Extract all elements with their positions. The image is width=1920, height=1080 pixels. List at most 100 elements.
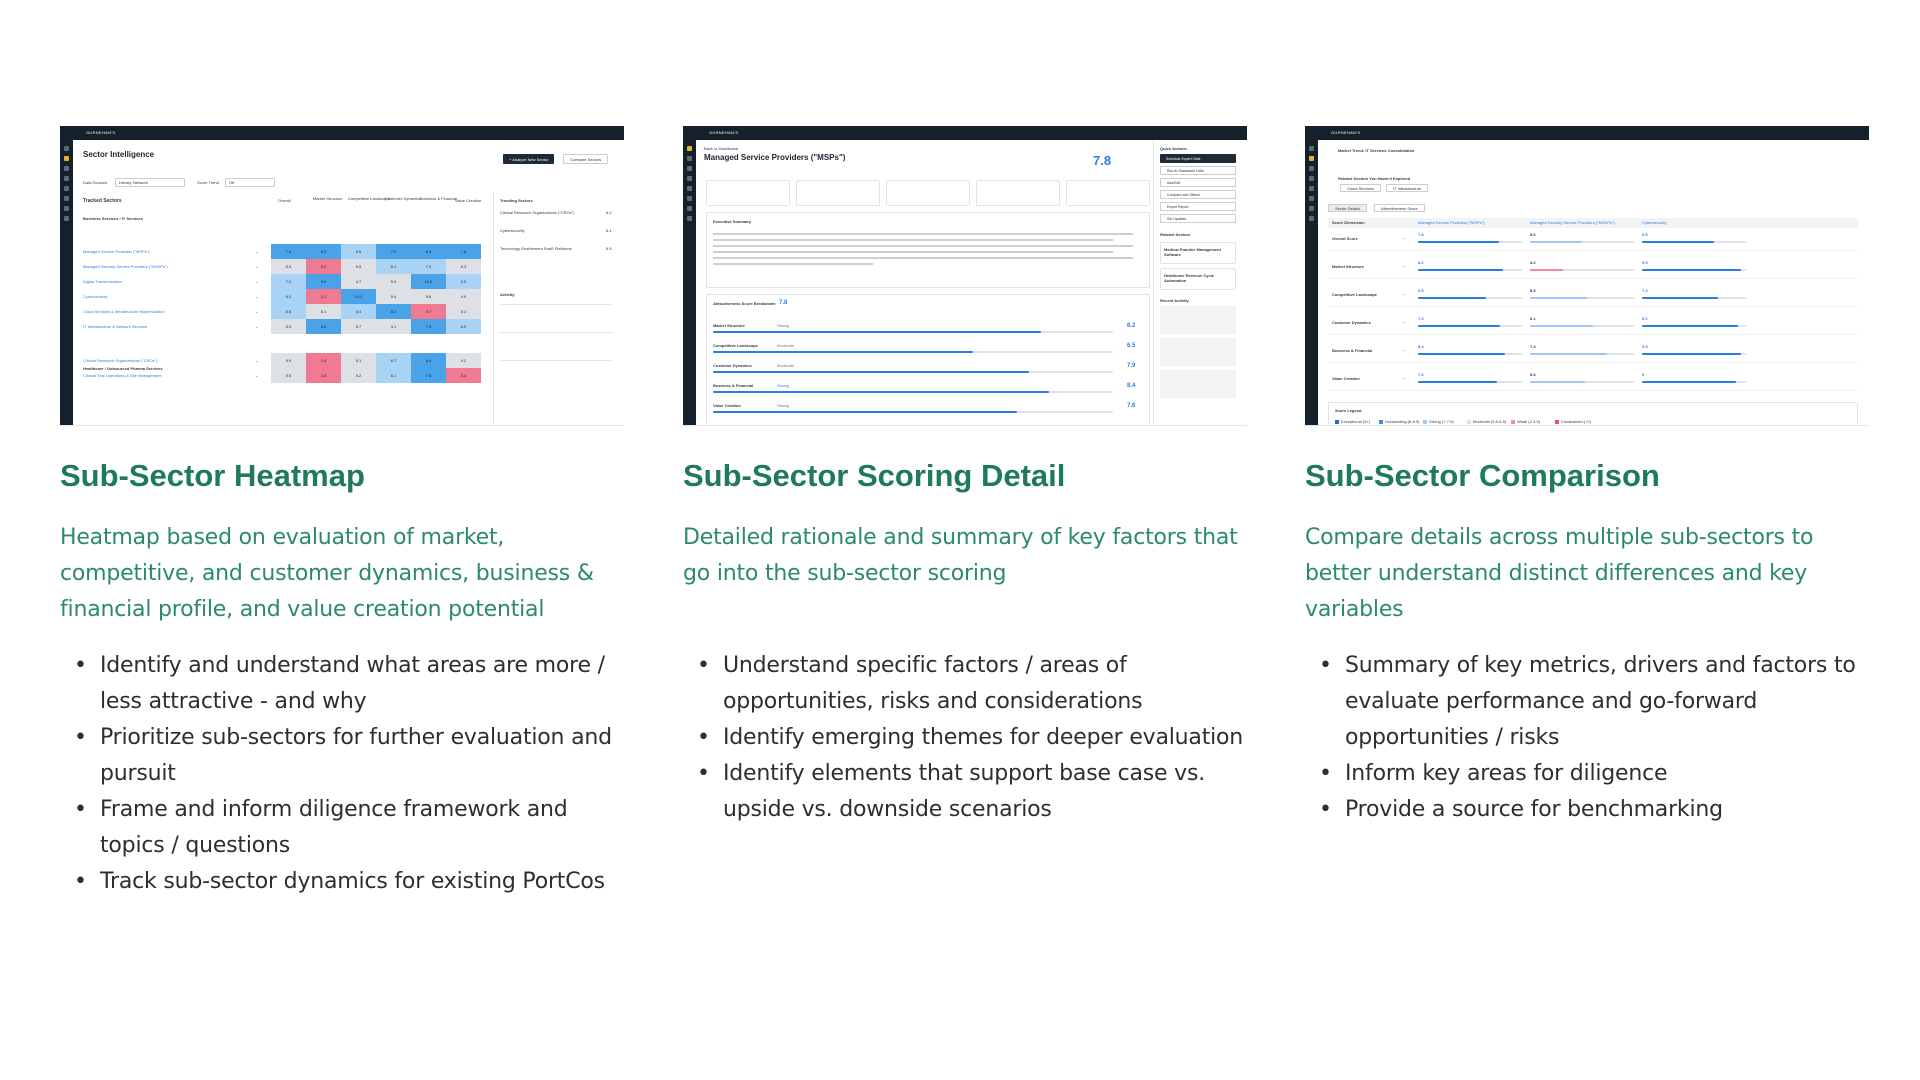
chevron-down-icon[interactable]: ⌄: [1402, 347, 1405, 352]
doc-icon[interactable]: [64, 206, 69, 211]
chevron-down-icon[interactable]: ⌄: [255, 324, 258, 329]
sector-name-link[interactable]: Managed Security Service Providers ("MSS…: [83, 264, 168, 269]
heatmap-cell[interactable]: 5.5: [341, 259, 376, 274]
heatmap-cell[interactable]: 5.6: [271, 368, 306, 383]
heatmap-cell[interactable]: 10.0: [411, 274, 446, 289]
table-row[interactable]: IT Infrastructure & Network Services ⌄ 5.0…: [83, 319, 483, 336]
sector-name-link[interactable]: Clinical Research Organizations ("CROs"): [83, 358, 157, 363]
related-chip[interactable]: Cloud Services: [1340, 184, 1381, 192]
heatmap-cell[interactable]: 3.4: [446, 368, 481, 383]
quick-action-button[interactable]: Set Updates: [1160, 214, 1236, 223]
sector-name-link[interactable]: Cybersecurity: [83, 294, 107, 299]
quick-action-button[interactable]: Schedule Expert Calls: [1160, 154, 1236, 163]
chevron-down-icon[interactable]: ⌄: [255, 358, 258, 363]
col-sector-b[interactable]: Managed Security Service Providers ("MSS…: [1530, 220, 1615, 225]
sector-name-link[interactable]: Clinical Trial Operations & Site Managem…: [83, 373, 161, 378]
data-sources-select[interactable]: Library, Network: [115, 178, 185, 187]
heatmap-cell[interactable]: 5.0: [271, 319, 306, 334]
heatmap-cell[interactable]: 8.2: [306, 244, 341, 259]
heatmap-cell[interactable]: 6.3: [271, 289, 306, 304]
chevron-down-icon[interactable]: ⌄: [255, 279, 258, 284]
sector-name-link[interactable]: Managed Service Providers ("MSPs"): [83, 249, 149, 254]
heatmap-cell[interactable]: 5.9: [376, 274, 411, 289]
heatmap-cell[interactable]: 4.2: [446, 353, 481, 368]
search-icon[interactable]: [1309, 166, 1314, 171]
settings-icon[interactable]: [687, 216, 692, 221]
search-icon[interactable]: [687, 166, 692, 171]
heatmap-cell[interactable]: 7.5: [411, 319, 446, 334]
settings-icon[interactable]: [1309, 216, 1314, 221]
heatmap-cell[interactable]: 7.8: [411, 368, 446, 383]
grid-icon[interactable]: [1309, 176, 1314, 181]
search-icon[interactable]: [64, 166, 69, 171]
heatmap-cell[interactable]: 5.4: [376, 289, 411, 304]
back-link[interactable]: Back to Dashboard: [704, 146, 738, 151]
col-sector-c[interactable]: Cybersecurity: [1642, 220, 1666, 225]
people-icon[interactable]: [1309, 196, 1314, 201]
sector-icon[interactable]: [64, 156, 69, 161]
heatmap-cell[interactable]: 5.0: [271, 259, 306, 274]
table-row[interactable]: Clinical Trial Operations & Site Managem…: [83, 368, 483, 385]
chevron-down-icon[interactable]: ⌄: [255, 294, 258, 299]
related-chip[interactable]: IT Infrastructure: [1386, 184, 1429, 192]
heatmap-cell[interactable]: 10.2: [341, 289, 376, 304]
trending-item[interactable]: Technology Enablement SaaS Platforms: [500, 246, 572, 251]
quick-action-button[interactable]: Compare with Others: [1160, 190, 1236, 199]
home-icon[interactable]: [1309, 146, 1314, 151]
grid-icon[interactable]: [687, 176, 692, 181]
heatmap-cell[interactable]: 6.5: [341, 244, 376, 259]
sector-name-link[interactable]: IT Infrastructure & Network Services: [83, 324, 147, 329]
heatmap-cell[interactable]: 7.9: [376, 244, 411, 259]
doc-icon[interactable]: [1309, 206, 1314, 211]
chevron-down-icon[interactable]: ⌄: [255, 373, 258, 378]
heatmap-cell[interactable]: 6.7: [376, 353, 411, 368]
heatmap-cell[interactable]: 2.8: [306, 368, 341, 383]
heatmap-cell[interactable]: 4.9: [446, 289, 481, 304]
quick-action-button[interactable]: Add/Edit: [1160, 178, 1236, 187]
heatmap-cell[interactable]: 7.6: [446, 244, 481, 259]
chevron-down-icon[interactable]: ⌄: [255, 309, 258, 314]
sector-icon[interactable]: [687, 146, 692, 151]
heatmap-cell[interactable]: 5.1: [306, 304, 341, 319]
settings-icon[interactable]: [64, 216, 69, 221]
chart-icon[interactable]: [1309, 186, 1314, 191]
sector-name-link[interactable]: Cloud Services & Infrastructure Moderniz…: [83, 309, 165, 314]
chevron-down-icon[interactable]: ⌄: [255, 264, 258, 269]
heatmap-cell[interactable]: 5.1: [341, 353, 376, 368]
home-icon[interactable]: [687, 156, 692, 161]
people-icon[interactable]: [687, 196, 692, 201]
heatmap-cell[interactable]: 2.4: [306, 353, 341, 368]
related-card[interactable]: Medical Practice Management Software: [1160, 242, 1236, 264]
related-card[interactable]: Healthcare Revenue Cycle Automation: [1160, 268, 1236, 290]
compare-sectors-button[interactable]: Compare Sectors: [563, 154, 609, 164]
analyze-new-sector-button[interactable]: + Analyze New Sector: [503, 154, 555, 164]
chevron-down-icon[interactable]: ⌄: [1402, 263, 1405, 268]
heatmap-cell[interactable]: 8.4: [411, 244, 446, 259]
heatmap-cell[interactable]: 8.6: [306, 319, 341, 334]
heatmap-cell[interactable]: 3.7: [411, 304, 446, 319]
col-sector-a[interactable]: Managed Service Providers ("MSPs"): [1418, 220, 1484, 225]
heatmap-cell[interactable]: 8.9: [411, 353, 446, 368]
score-trend-select[interactable]: Off: [225, 178, 275, 187]
heatmap-cell[interactable]: 6.5: [446, 274, 481, 289]
chart-icon[interactable]: [64, 186, 69, 191]
heatmap-cell[interactable]: 4.1: [376, 319, 411, 334]
heatmap-cell[interactable]: 8.3: [376, 304, 411, 319]
chevron-down-icon[interactable]: ⌄: [255, 249, 258, 254]
heatmap-cell[interactable]: 5.6: [411, 289, 446, 304]
chevron-down-icon[interactable]: ⌄: [1402, 291, 1405, 296]
heatmap-cell[interactable]: 9.6: [306, 274, 341, 289]
heatmap-cell[interactable]: 6.9: [446, 319, 481, 334]
people-icon[interactable]: [64, 196, 69, 201]
heatmap-cell[interactable]: 2.1: [306, 289, 341, 304]
sector-name-link[interactable]: Digital Transformation: [83, 279, 122, 284]
heatmap-cell[interactable]: 6.1: [376, 368, 411, 383]
chart-icon[interactable]: [687, 186, 692, 191]
heatmap-cell[interactable]: 7.8: [271, 244, 306, 259]
heatmap-cell[interactable]: 6.4: [341, 304, 376, 319]
chevron-down-icon[interactable]: ⌄: [1402, 235, 1405, 240]
heatmap-cell[interactable]: 4.7: [341, 274, 376, 289]
heatmap-cell[interactable]: 7.2: [271, 274, 306, 289]
sector-icon[interactable]: [1309, 156, 1314, 161]
chevron-down-icon[interactable]: ⌄: [1402, 375, 1405, 380]
